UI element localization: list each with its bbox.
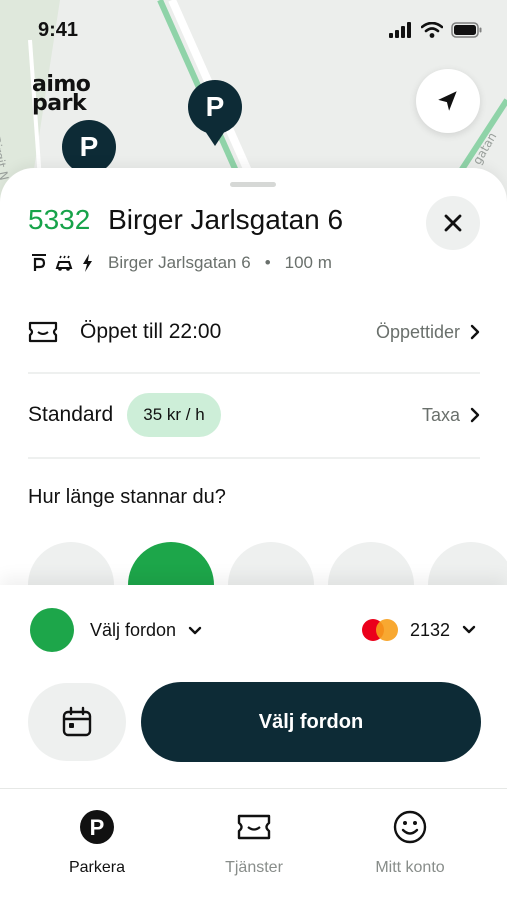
ev-charging-icon [83,254,92,272]
sheet-grabber[interactable] [230,182,276,187]
vehicle-selector[interactable]: Välj fordon [90,620,202,641]
svg-text:P: P [90,815,105,840]
chevron-down-icon [462,625,476,634]
logo-line-2: park [32,91,87,116]
status-icons [389,22,483,38]
my-location-button[interactable] [416,69,480,133]
opening-hours-label: Öppet till 22:00 [80,320,222,343]
lot-name: Birger Jarlsgatan 6 [108,204,344,235]
rate-link[interactable]: Taxa [422,405,480,426]
select-vehicle-button[interactable]: Välj fordon [141,682,481,762]
opening-hours-row[interactable]: Öppet till 22:00 Öppettider [28,314,480,350]
signal-icon [389,22,411,38]
parking-pin[interactable]: P [62,120,116,174]
lot-subtitle: Birger Jarlsgatan 6 • 100 m [30,253,332,273]
tab-bar: P Parkera Tjänster Mitt konto [0,788,507,900]
divider [28,457,480,459]
car-wash-icon [55,255,73,271]
vehicle-selector-label: Välj fordon [90,620,177,640]
calendar-icon [62,706,92,737]
separator-dot: • [264,253,271,272]
tab-label: Parkera [68,859,126,876]
ticket-icon [28,321,58,343]
lot-id: 5332 [28,204,91,235]
navigation-arrow-icon [438,91,457,111]
battery-icon [451,22,482,38]
rate-link-label: Taxa [421,404,460,425]
chevron-down-icon [188,626,202,634]
parking-pin[interactable]: P [188,80,242,134]
status-bar: 9:41 [0,0,507,58]
schedule-button[interactable] [28,683,126,761]
chevron-right-icon [470,407,480,423]
chevron-right-icon [470,324,480,340]
rate-label: Standard [28,403,114,426]
wifi-icon [421,22,443,38]
checkout-panel: Välj fordon 2132 Välj fordon [0,585,507,788]
mastercard-icon [362,619,398,641]
tab-mitt-konto[interactable]: Mitt konto [350,809,470,877]
aimo-park-logo: aimo park [32,74,104,116]
divider [28,372,480,374]
vehicle-avatar[interactable] [30,608,74,652]
rate-price-badge: 35 kr / h [127,393,221,437]
pin-label: P [205,91,225,122]
payment-selector[interactable]: 2132 [362,619,476,641]
ticket-icon [237,814,271,840]
lot-title: 5332 Birger Jarlsgatan 6 [28,204,343,236]
duration-question: Hur länge stannar du? [28,486,226,508]
smiley-icon [393,810,427,844]
tab-label: Mitt konto [375,859,445,876]
tab-label: Tjänster [225,859,283,876]
lot-distance: 100 m [284,253,332,272]
tab-parkera[interactable]: P Parkera [37,809,157,877]
parking-icon: P [80,810,114,844]
amenities [30,253,94,273]
payment-card-number: 2132 [410,619,451,640]
rate-row[interactable]: Standard 35 kr / h Taxa [28,390,480,440]
status-time: 9:41 [38,19,79,41]
close-icon [444,214,462,232]
tab-tjanster[interactable]: Tjänster [194,809,314,877]
close-button[interactable] [426,196,480,250]
opening-hours-link[interactable]: Öppettider [376,322,480,343]
opening-hours-link-label: Öppettider [375,321,460,342]
pin-tail [203,128,227,146]
pin-label: P [79,131,99,162]
parking-sign-icon [32,254,46,271]
lot-address: Birger Jarlsgatan 6 [108,253,251,272]
